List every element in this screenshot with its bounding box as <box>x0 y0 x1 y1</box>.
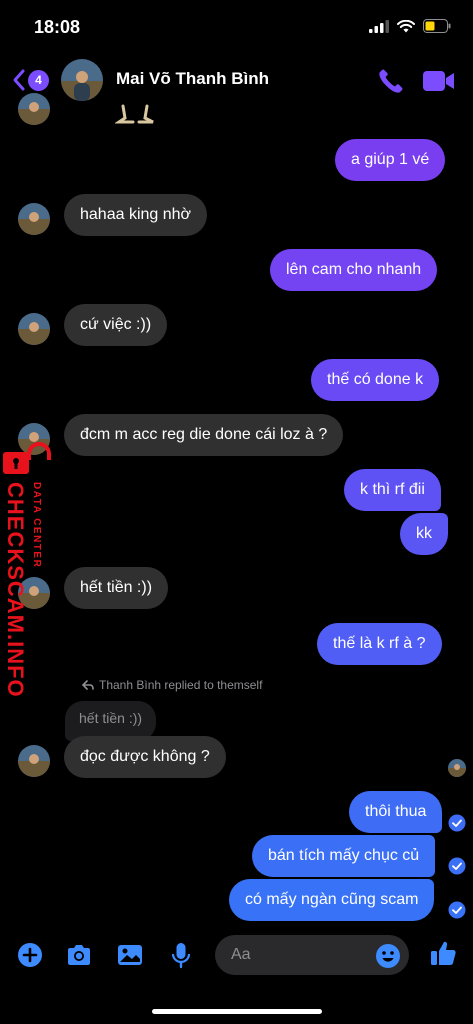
camera-icon[interactable] <box>64 940 94 970</box>
phone-icon[interactable] <box>376 66 406 96</box>
status-icons <box>369 19 451 33</box>
thumbs-up-icon[interactable] <box>428 938 458 968</box>
message-bubble-outgoing[interactable]: thôi thua <box>349 791 443 833</box>
reply-context: Thanh Bình replied to themself <box>82 678 262 692</box>
watermark: CHECKSCAM.INFO DATA CENTER <box>0 440 55 698</box>
video-camera-icon[interactable] <box>422 68 456 94</box>
message-bubble-outgoing[interactable]: bán tích mấy chục củ <box>252 835 436 877</box>
home-indicator <box>152 1009 322 1014</box>
message-input[interactable] <box>215 935 409 975</box>
sticker-image <box>115 104 154 124</box>
message-bubble-incoming[interactable]: hết tiền :)) <box>64 567 169 609</box>
contact-avatar-small <box>18 313 50 345</box>
conversation-header: 4 Mai Võ Thanh Bình <box>0 56 473 106</box>
microphone-icon[interactable] <box>166 940 196 970</box>
message-bubble-outgoing[interactable]: kk <box>400 513 448 555</box>
emoji-icon[interactable] <box>375 943 401 969</box>
read-check-icon <box>448 901 466 919</box>
message-bubble-outgoing[interactable]: k thì rf đii <box>344 469 441 511</box>
contact-avatar[interactable] <box>61 59 103 101</box>
seen-avatar <box>448 759 466 777</box>
contact-name[interactable]: Mai Võ Thanh Bình <box>116 69 269 89</box>
status-bar: 18:08 <box>0 0 473 56</box>
message-bubble-outgoing[interactable]: thế có done k <box>311 359 440 401</box>
back-chevron-icon <box>13 69 25 91</box>
watermark-sub-text: DATA CENTER <box>31 482 42 569</box>
battery-icon <box>423 19 451 33</box>
quoted-message[interactable]: hết tiền :)) <box>65 701 157 741</box>
unread-badge: 4 <box>28 69 49 91</box>
message-bubble-outgoing[interactable]: lên cam cho nhanh <box>270 249 438 291</box>
watermark-main-text: CHECKSCAM.INFO <box>3 482 28 698</box>
plus-icon[interactable] <box>15 940 45 970</box>
lock-icon <box>3 442 51 474</box>
composer-bar <box>0 930 473 982</box>
signal-icon <box>369 19 389 33</box>
contact-avatar-small <box>18 745 50 777</box>
image-icon[interactable] <box>115 940 145 970</box>
message-bubble-outgoing[interactable]: a giúp 1 vé <box>335 139 446 181</box>
read-check-icon <box>448 857 466 875</box>
message-bubble-incoming[interactable]: đọc được không ? <box>64 736 226 778</box>
read-check-icon <box>448 814 466 832</box>
wifi-icon <box>397 19 415 32</box>
watermark-main: CHECKSCAM.INFO <box>2 482 30 698</box>
reply-note-text: Thanh Bình replied to themself <box>99 678 263 692</box>
message-input-field[interactable] <box>231 935 371 975</box>
contact-avatar-small <box>18 203 50 235</box>
reply-arrow-icon <box>82 680 94 690</box>
back-button[interactable]: 4 <box>12 66 54 94</box>
watermark-sub: DATA CENTER <box>30 482 42 602</box>
message-bubble-incoming[interactable]: đcm m acc reg die done cái loz à ? <box>64 414 344 456</box>
message-bubble-outgoing[interactable]: thế là k rf à ? <box>317 623 442 665</box>
message-bubble-incoming[interactable]: cứ việc :)) <box>64 304 168 346</box>
message-bubble-incoming[interactable]: hahaa king nhờ <box>64 194 208 236</box>
status-time: 18:08 <box>34 17 81 37</box>
message-bubble-outgoing[interactable]: có mấy ngàn cũng scam <box>229 879 435 921</box>
contact-avatar-small <box>18 93 50 125</box>
